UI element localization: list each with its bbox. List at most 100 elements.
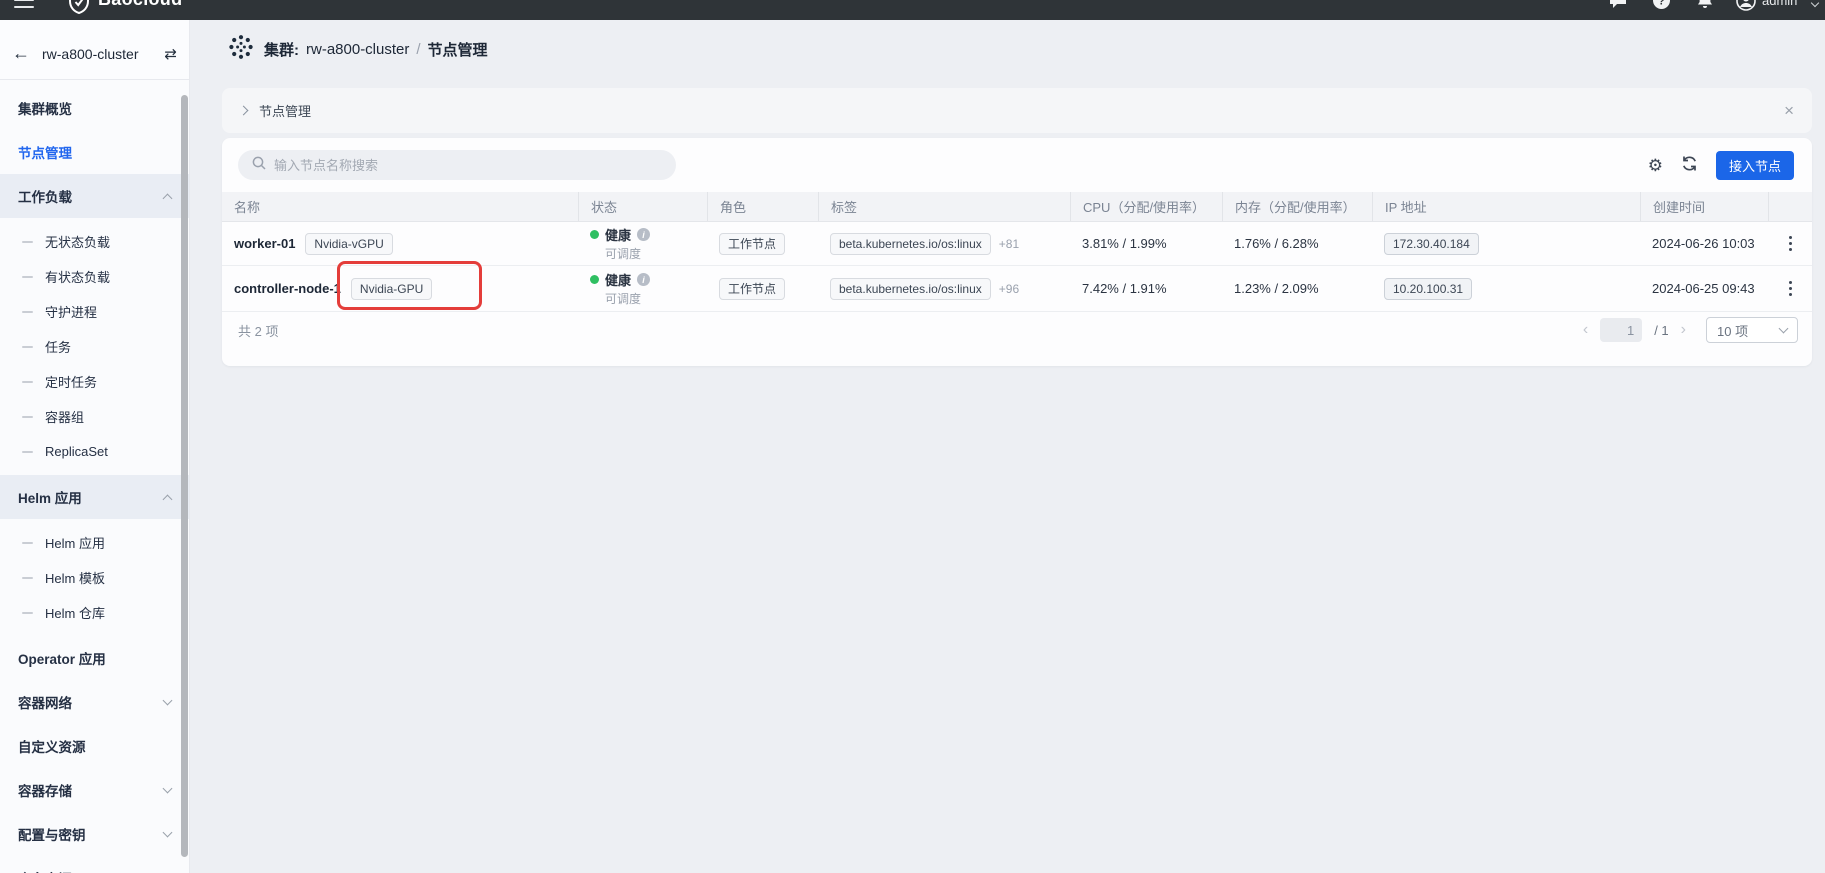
created-time: 2024-06-26 10:03 (1640, 222, 1768, 265)
sidebar-section-config-secrets[interactable]: 配置与密钥 (0, 812, 189, 856)
sidebar-item-stateful-workloads[interactable]: 有状态负载 (0, 259, 189, 294)
next-page-icon[interactable]: › (1681, 322, 1686, 338)
page-size-value: 10 项 (1717, 321, 1748, 340)
chevron-down-icon (163, 696, 173, 706)
sidebar-item-jobs[interactable]: 任务 (0, 329, 189, 364)
col-header-role[interactable]: 角色 (707, 192, 818, 221)
memory-usage: 1.23% / 2.09% (1222, 266, 1372, 311)
chevron-down-icon (163, 784, 173, 794)
sidebar-section-container-storage[interactable]: 容器存储 (0, 768, 189, 812)
col-header-memory[interactable]: 内存（分配/使用率） (1222, 192, 1372, 221)
sidebar-scrollbar[interactable] (181, 95, 188, 857)
sidebar-item-replicaset[interactable]: ReplicaSet (0, 434, 189, 469)
status-dot-healthy (590, 275, 599, 284)
row-actions-kebab-icon[interactable] (1789, 242, 1792, 245)
total-count-label: 共 2 项 (238, 321, 278, 340)
bell-icon[interactable] (1696, 0, 1714, 15)
col-header-labels[interactable]: 标签 (818, 192, 1070, 221)
chevron-up-icon (163, 193, 173, 203)
dash-icon (22, 451, 33, 453)
brand-name: Baocloud (98, 0, 182, 10)
table-toolbar: ⚙ 接入节点 (222, 138, 1812, 192)
sidebar-item-pods[interactable]: 容器组 (0, 399, 189, 434)
col-header-cpu[interactable]: CPU（分配/使用率） (1070, 192, 1222, 221)
info-icon[interactable]: i (637, 228, 650, 241)
search-icon (252, 156, 266, 175)
sidebar-section-workloads[interactable]: 工作负载 (0, 174, 189, 218)
table-header-row: 名称 状态 角色 标签 CPU（分配/使用率） 内存（分配/使用率） IP 地址… (222, 192, 1812, 222)
breadcrumb-current: 节点管理 (428, 39, 488, 60)
sidebar-item-stateless-workloads[interactable]: 无状态负载 (0, 224, 189, 259)
chat-icon[interactable] (1608, 0, 1628, 14)
sidebar-item-helm-apps[interactable]: Helm 应用 (0, 525, 189, 560)
chevron-down-icon (163, 828, 173, 838)
dash-icon (22, 612, 33, 614)
breadcrumb-cluster[interactable]: rw-a800-cluster (306, 41, 409, 58)
table-row-controller-node-1[interactable]: controller-node-1 Nvidia-GPU 健康 i 可调度 工作… (222, 266, 1812, 312)
sidebar-item-helm-repos[interactable]: Helm 仓库 (0, 595, 189, 630)
hamburger-menu-icon[interactable] (14, 0, 34, 8)
current-page-input[interactable]: 1 (1600, 318, 1642, 342)
tab-bar: 节点管理 × (222, 88, 1812, 133)
help-icon[interactable]: ? (1652, 0, 1671, 15)
created-time: 2024-06-25 09:43 (1640, 266, 1768, 311)
node-name[interactable]: controller-node-1 (234, 281, 341, 296)
col-header-ip[interactable]: IP 地址 (1372, 192, 1640, 221)
row-actions-kebab-icon[interactable] (1789, 287, 1792, 290)
sidebar-item-cluster-overview[interactable]: 集群概览 (0, 86, 189, 130)
sidebar-item-namespaces[interactable]: 命名空间 (0, 856, 189, 873)
breadcrumb: 集群: rw-a800-cluster / 节点管理 (228, 34, 488, 64)
col-header-name[interactable]: 名称 (222, 192, 578, 221)
prev-page-icon[interactable]: ‹ (1583, 322, 1588, 338)
search-input[interactable] (274, 158, 662, 173)
label-more-count[interactable]: +81 (999, 237, 1019, 251)
status-dot-healthy (590, 230, 599, 239)
cpu-usage: 7.42% / 1.91% (1070, 266, 1222, 311)
info-icon[interactable]: i (637, 273, 650, 286)
brand-shield-icon (68, 0, 90, 19)
chevron-down-icon (1779, 324, 1789, 334)
sidebar-cluster-header: ← rw-a800-cluster ⇄ (0, 20, 189, 80)
sidebar-item-node-management[interactable]: 节点管理 (0, 130, 189, 174)
tab-node-management[interactable]: 节点管理 (259, 101, 311, 120)
switch-cluster-icon[interactable]: ⇄ (164, 45, 177, 63)
table-row-worker-01[interactable]: worker-01 Nvidia-vGPU 健康 i 可调度 工作节点 (222, 222, 1812, 266)
refresh-icon[interactable] (1681, 155, 1698, 175)
col-header-status[interactable]: 状态 (578, 192, 707, 221)
connect-node-button[interactable]: 接入节点 (1716, 151, 1794, 180)
dash-icon (22, 542, 33, 544)
user-avatar-icon[interactable] (1736, 0, 1756, 16)
memory-usage: 1.76% / 6.28% (1222, 222, 1372, 265)
sidebar-item-custom-resources[interactable]: 自定义资源 (0, 724, 189, 768)
close-icon[interactable]: × (1784, 102, 1794, 119)
col-header-created[interactable]: 创建时间 (1640, 192, 1768, 221)
label-chip: beta.kubernetes.io/os:linux (830, 233, 991, 255)
main-content: 集群: rw-a800-cluster / 节点管理 节点管理 × ⚙ (190, 20, 1825, 873)
sidebar-section-container-network[interactable]: 容器网络 (0, 680, 189, 724)
gpu-tag-chip: Nvidia-GPU (351, 278, 432, 300)
sidebar-item-daemonset[interactable]: 守护进程 (0, 294, 189, 329)
schedulable-text: 可调度 (590, 290, 650, 307)
workloads-subgroup: 无状态负载 有状态负载 守护进程 任务 定时任务 容器组 ReplicaSet (0, 224, 189, 469)
username-label[interactable]: admin (1762, 0, 1797, 8)
settings-gear-icon[interactable]: ⚙ (1648, 157, 1663, 174)
back-arrow-icon[interactable]: ← (12, 43, 30, 64)
helm-subgroup: Helm 应用 Helm 模板 Helm 仓库 (0, 525, 189, 630)
sidebar-item-operator-apps[interactable]: Operator 应用 (0, 636, 189, 680)
sidebar-item-cronjobs[interactable]: 定时任务 (0, 364, 189, 399)
page-size-select[interactable]: 10 项 (1706, 317, 1798, 343)
sidebar-section-helm[interactable]: Helm 应用 (0, 475, 189, 519)
node-table-card: ⚙ 接入节点 名称 状态 角色 标签 CPU（分配/使用率） 内存（分配/使用率… (222, 138, 1812, 366)
node-search[interactable] (238, 150, 676, 180)
sidebar: ← rw-a800-cluster ⇄ 集群概览 节点管理 工作负载 无状态负载… (0, 20, 190, 873)
cpu-usage: 3.81% / 1.99% (1070, 222, 1222, 265)
table-footer: 共 2 项 ‹ 1 / 1 › 10 项 (222, 312, 1812, 348)
sidebar-item-helm-templates[interactable]: Helm 模板 (0, 560, 189, 595)
total-pages-label: / 1 (1654, 323, 1668, 338)
label-more-count[interactable]: +96 (999, 282, 1019, 296)
app-screen: Baocloud ? admin ← rw-a800-cluster ⇄ 集群概… (0, 0, 1825, 873)
breadcrumb-separator: / (416, 41, 420, 58)
node-name[interactable]: worker-01 (234, 236, 295, 251)
dash-icon (22, 276, 33, 278)
chevron-right-icon[interactable] (239, 106, 249, 116)
